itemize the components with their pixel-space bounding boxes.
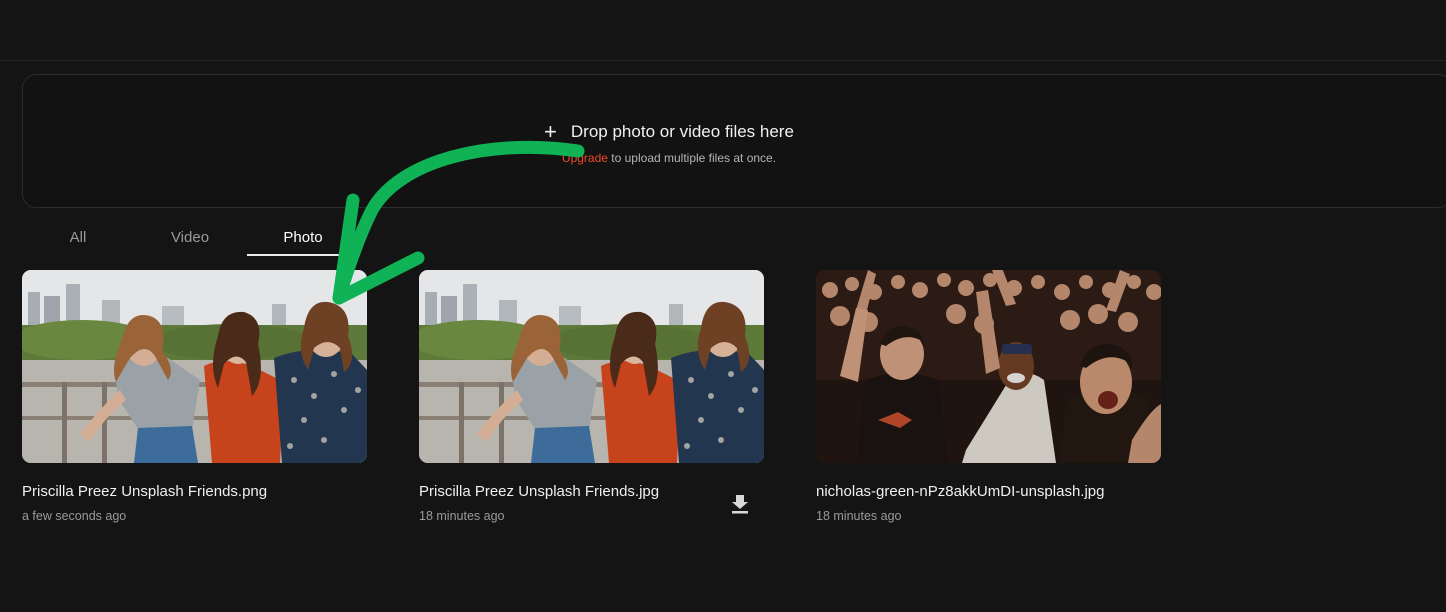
dropzone-subtitle-text: to upload multiple files at once. [607,151,777,165]
uploads-page: + Drop photo or video files here Upgrade … [0,0,1446,612]
file-thumbnail[interactable] [22,270,367,463]
file-card: Priscilla Preez Unsplash Friends.png a f… [22,270,367,523]
dropzone-subtitle: Upgrade to upload multiple files at once… [23,151,1315,165]
file-dropzone[interactable]: + Drop photo or video files here Upgrade … [22,74,1446,208]
file-thumbnail[interactable] [419,270,764,463]
dropzone-title-text: Drop photo or video files here [570,122,794,141]
plus-icon: + [544,119,557,144]
upgrade-link[interactable]: Upgrade [562,151,608,165]
top-bar [0,0,1446,61]
file-card: Priscilla Preez Unsplash Friends.jpg 18 … [419,270,764,523]
download-icon [732,495,748,514]
file-name[interactable]: Priscilla Preez Unsplash Friends.png [22,483,367,500]
friends-photo [419,270,764,463]
file-timestamp: 18 minutes ago [419,509,505,523]
tab-all[interactable]: All [22,224,134,254]
file-name[interactable]: Priscilla Preez Unsplash Friends.jpg [419,483,764,500]
tab-photo[interactable]: Photo [247,224,359,256]
file-name[interactable]: nicholas-green-nPz8akkUmDI-unsplash.jpg [816,483,1161,500]
file-card: nicholas-green-nPz8akkUmDI-unsplash.jpg … [816,270,1161,523]
tab-video[interactable]: Video [134,224,246,254]
file-timestamp: 18 minutes ago [816,509,902,523]
dropzone-title: + Drop photo or video files here [23,119,1315,145]
friends-photo [22,270,367,463]
file-timestamp: a few seconds ago [22,509,127,523]
file-thumbnail[interactable] [816,270,1161,463]
download-button[interactable] [729,492,751,516]
crowd-photo [816,270,1161,463]
